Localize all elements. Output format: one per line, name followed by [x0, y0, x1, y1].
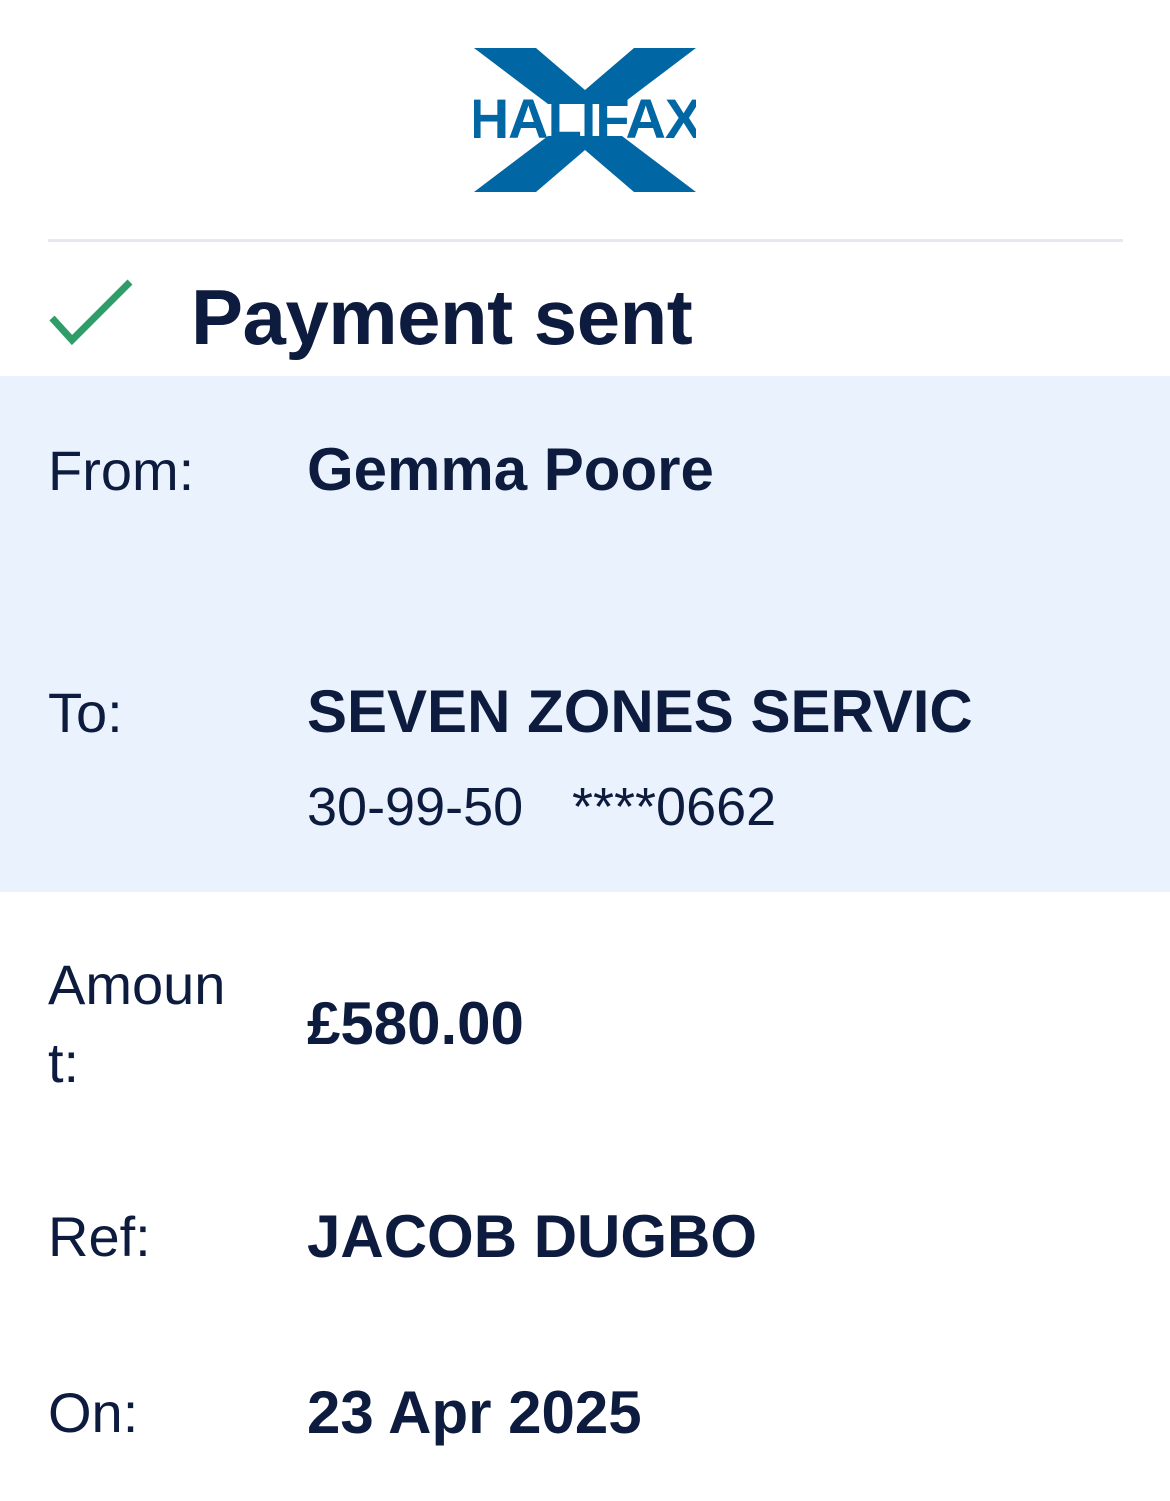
to-sort-code: 30-99-50 — [307, 777, 524, 837]
on-label: On: — [48, 1381, 139, 1444]
to-account-number: ****0662 — [572, 777, 777, 837]
on-value: 23 Apr 2025 — [307, 1379, 642, 1446]
to-label: To: — [48, 681, 123, 744]
halifax-x-logo-icon: HALIFAX — [474, 48, 696, 192]
amount-label: Amount: — [48, 953, 226, 1094]
from-label: From: — [48, 439, 195, 502]
header-divider — [48, 239, 1123, 242]
page-title: Payment sent — [191, 273, 693, 361]
amount-value: £580.00 — [307, 990, 524, 1057]
ref-value: JACOB DUGBO — [307, 1203, 758, 1270]
checkmark-icon — [49, 279, 133, 346]
brand-name: HALIFAX — [474, 87, 696, 150]
from-value: Gemma Poore — [307, 436, 714, 503]
to-value: SEVEN ZONES SERVIC — [307, 678, 973, 745]
payment-status: Payment sent — [0, 250, 1170, 376]
halifax-logo: HALIFAX — [474, 48, 696, 192]
ref-label: Ref: — [48, 1205, 151, 1268]
